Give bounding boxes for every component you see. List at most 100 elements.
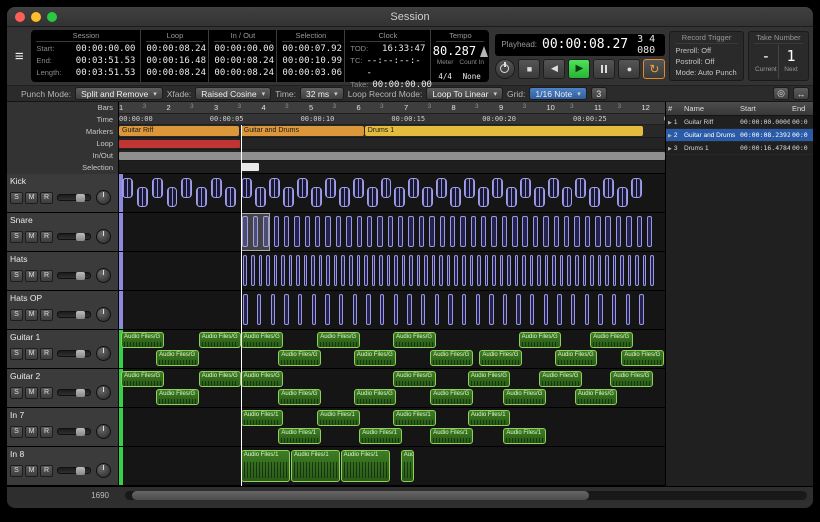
drum-region[interactable]: [326, 255, 330, 286]
track-m-button[interactable]: M: [25, 270, 38, 282]
drum-region[interactable]: [503, 294, 507, 325]
inout-clock-panel[interactable]: In / Out 00:00:00.00 00:00:08.24 00:00:0…: [209, 30, 277, 82]
drum-region[interactable]: [548, 178, 559, 198]
audio-region[interactable]: Audio Files/G: [156, 350, 199, 366]
drum-region[interactable]: [598, 255, 602, 286]
track-header[interactable]: Guitar 2SMR: [7, 369, 118, 408]
drum-region[interactable]: [377, 216, 382, 247]
drum-region[interactable]: [522, 255, 526, 286]
drum-region[interactable]: [339, 294, 343, 325]
drum-region[interactable]: [492, 255, 496, 286]
drum-region[interactable]: [312, 294, 316, 325]
audio-region[interactable]: Audio Files/G: [199, 371, 242, 387]
track-s-button[interactable]: S: [10, 231, 23, 243]
drum-region[interactable]: [534, 187, 545, 207]
drum-region[interactable]: [357, 255, 361, 286]
audio-region[interactable]: Audio Files/G: [199, 332, 242, 348]
drum-region[interactable]: [470, 255, 474, 286]
drum-region[interactable]: [387, 255, 391, 286]
loop-record-mode-select[interactable]: Loop To Linear▾: [426, 87, 503, 100]
drum-region[interactable]: [408, 216, 413, 247]
audio-region[interactable]: Audio Files/1: [291, 450, 340, 482]
track-pan-knob[interactable]: [96, 346, 111, 361]
track-fader[interactable]: [57, 194, 91, 201]
track-header[interactable]: KickSMR: [7, 174, 118, 213]
drum-region[interactable]: [243, 255, 247, 286]
audio-region[interactable]: Audio Files/1: [341, 450, 390, 482]
drum-region[interactable]: [255, 187, 266, 207]
drum-region[interactable]: [298, 294, 302, 325]
drum-region[interactable]: [402, 255, 406, 286]
track-lane[interactable]: [119, 252, 665, 291]
drum-region[interactable]: [603, 178, 614, 198]
drum-region[interactable]: [595, 216, 600, 247]
track-r-button[interactable]: R: [40, 270, 53, 282]
track-s-button[interactable]: S: [10, 465, 23, 477]
audio-region[interactable]: Audio Files/G: [468, 371, 511, 387]
track-s-button[interactable]: S: [10, 192, 23, 204]
drum-region[interactable]: [516, 294, 520, 325]
play-button[interactable]: ▶: [568, 59, 590, 79]
titlebar[interactable]: Session: [7, 7, 813, 27]
drum-region[interactable]: [500, 255, 504, 286]
drum-region[interactable]: [311, 255, 315, 286]
audio-region[interactable]: Audio Files/G: [393, 371, 436, 387]
track-m-button[interactable]: M: [25, 348, 38, 360]
audio-region[interactable]: Audio Files/G: [354, 389, 397, 405]
drum-region[interactable]: [492, 178, 503, 198]
drum-region[interactable]: [574, 216, 579, 247]
drum-region[interactable]: [478, 187, 489, 207]
audio-region[interactable]: Audio Files/G: [393, 332, 436, 348]
drum-region[interactable]: [353, 294, 357, 325]
drum-region[interactable]: [269, 178, 280, 198]
drum-region[interactable]: [462, 294, 466, 325]
drum-region[interactable]: [626, 216, 631, 247]
drum-region[interactable]: [432, 255, 436, 286]
grid-select[interactable]: 1/16 Note▾: [529, 87, 586, 100]
track-m-button[interactable]: M: [25, 309, 38, 321]
drum-region[interactable]: [543, 216, 548, 247]
track-pan-knob[interactable]: [96, 268, 111, 283]
disclosure-icon[interactable]: ▶: [668, 120, 672, 126]
drum-region[interactable]: [530, 294, 534, 325]
power-button[interactable]: [495, 59, 515, 79]
drum-region[interactable]: [530, 255, 534, 286]
menu-icon[interactable]: ≡: [11, 36, 27, 76]
drum-region[interactable]: [137, 187, 148, 207]
drum-region[interactable]: [637, 216, 642, 247]
drum-region[interactable]: [325, 216, 330, 247]
track-fader[interactable]: [57, 272, 91, 279]
drum-region[interactable]: [506, 187, 517, 207]
track-r-button[interactable]: R: [40, 465, 53, 477]
track-pan-knob[interactable]: [96, 229, 111, 244]
drum-region[interactable]: [436, 178, 447, 198]
drum-region[interactable]: [266, 255, 270, 286]
track-pan-knob[interactable]: [96, 424, 111, 439]
meter-display[interactable]: Meter4/4: [437, 59, 454, 84]
drum-region[interactable]: [349, 255, 353, 286]
drum-region[interactable]: [533, 216, 538, 247]
drum-region[interactable]: [364, 255, 368, 286]
loop-clock-panel[interactable]: Loop 00:00:08.24 00:00:16.48 00:00:08.24: [141, 30, 209, 82]
track-r-button[interactable]: R: [40, 348, 53, 360]
drum-region[interactable]: [471, 216, 476, 247]
drum-region[interactable]: [283, 187, 294, 207]
track-fader[interactable]: [57, 467, 91, 474]
stop-button[interactable]: ■: [518, 59, 540, 79]
drum-region[interactable]: [297, 178, 308, 198]
track-fader[interactable]: [57, 311, 91, 318]
track-header[interactable]: HatsSMR: [7, 252, 118, 291]
xfade-select[interactable]: Raised Cosine▾: [195, 87, 271, 100]
drum-region[interactable]: [560, 255, 564, 286]
track-s-button[interactable]: S: [10, 426, 23, 438]
track-header[interactable]: In 7SMR: [7, 408, 118, 447]
drum-region[interactable]: [339, 187, 350, 207]
drum-region[interactable]: [284, 216, 289, 247]
playhead-clock[interactable]: Playhead: 00:00:08.27 3 4 080: [495, 34, 665, 56]
audio-region[interactable]: Audio Files/G: [354, 350, 397, 366]
drum-region[interactable]: [554, 216, 559, 247]
drum-region[interactable]: [616, 216, 621, 247]
drum-region[interactable]: [367, 187, 378, 207]
bars-ruler[interactable]: 13233343536373839310311312: [119, 102, 665, 114]
drum-region[interactable]: [491, 216, 496, 247]
